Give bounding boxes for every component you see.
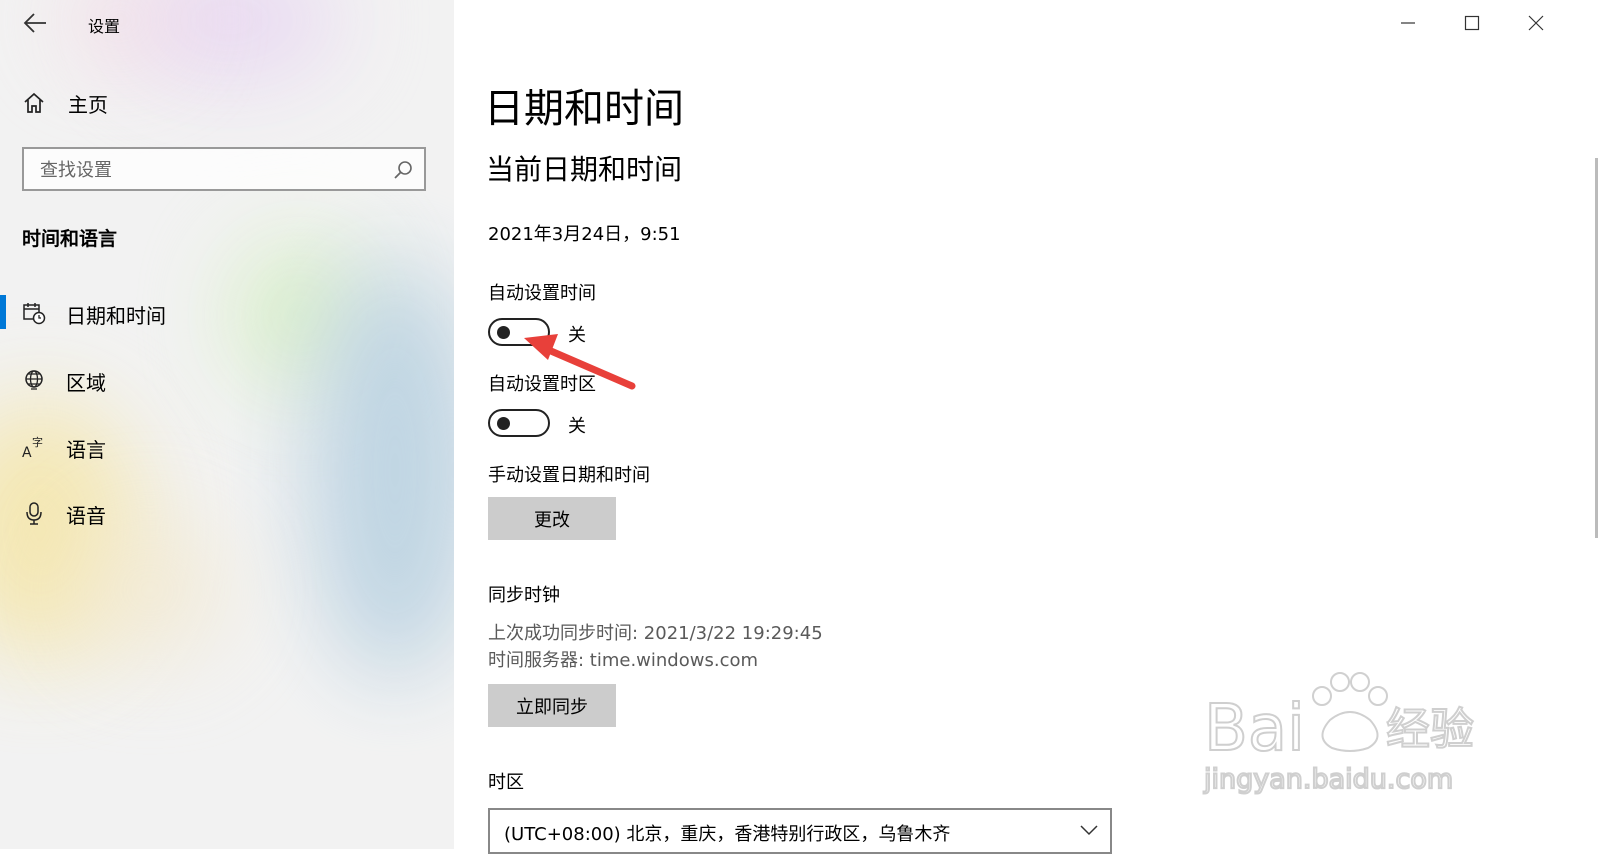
sidebar-item-label: 区域 bbox=[66, 371, 106, 395]
svg-text:A: A bbox=[22, 445, 32, 459]
chevron-down-icon bbox=[1080, 825, 1098, 836]
maximize-button[interactable] bbox=[1454, 8, 1490, 38]
sidebar-item-label: 语音 bbox=[66, 504, 106, 528]
change-button[interactable]: 更改 bbox=[488, 497, 616, 540]
sidebar-item-region[interactable]: 区域 bbox=[0, 357, 450, 403]
sidebar-item-label: 语言 bbox=[66, 438, 106, 462]
sidebar-item-language[interactable]: A 字 语言 bbox=[0, 424, 450, 470]
auto-timezone-state: 关 bbox=[568, 416, 586, 437]
sidebar-item-speech[interactable]: 语音 bbox=[0, 490, 450, 536]
sidebar: 设置 主页 时间和语言 日期和时间 bbox=[0, 0, 454, 849]
section-title: 时间和语言 bbox=[22, 228, 118, 250]
globe-icon bbox=[25, 370, 43, 390]
minimize-button[interactable] bbox=[1390, 8, 1426, 38]
current-datetime: 2021年3月24日，9:51 bbox=[488, 224, 681, 245]
page-title: 日期和时间 bbox=[484, 86, 684, 132]
back-arrow-icon bbox=[23, 13, 46, 33]
sync-clock-label: 同步时钟 bbox=[488, 585, 560, 606]
toggle-knob bbox=[497, 326, 510, 339]
search-box[interactable] bbox=[22, 147, 426, 191]
section-subtitle: 当前日期和时间 bbox=[486, 153, 683, 186]
timezone-value: (UTC+08:00) 北京，重庆，香港特别行政区，乌鲁木齐 bbox=[504, 824, 951, 845]
svg-text:字: 字 bbox=[32, 435, 43, 449]
back-button[interactable] bbox=[20, 10, 50, 36]
app-title: 设置 bbox=[88, 17, 121, 36]
microphone-icon bbox=[26, 502, 42, 525]
last-sync-text: 上次成功同步时间: 2021/3/22 19:29:45 bbox=[488, 623, 823, 644]
sidebar-item-date-time[interactable]: 日期和时间 bbox=[0, 290, 450, 336]
maximize-icon bbox=[1464, 15, 1480, 31]
close-button[interactable] bbox=[1518, 8, 1554, 38]
watermark-url: jingyan.baidu.com bbox=[1203, 764, 1453, 795]
home-label: 主页 bbox=[68, 92, 108, 117]
auto-time-label: 自动设置时间 bbox=[488, 283, 596, 304]
search-icon[interactable] bbox=[392, 159, 414, 181]
selection-indicator bbox=[0, 295, 6, 329]
watermark-brand: Bai bbox=[1204, 692, 1305, 766]
home-icon bbox=[24, 92, 44, 113]
home-nav-item[interactable]: 主页 bbox=[22, 88, 422, 118]
minimize-icon bbox=[1401, 22, 1415, 24]
annotation-arrow bbox=[524, 334, 636, 390]
sync-now-button[interactable]: 立即同步 bbox=[488, 684, 616, 727]
watermark-brand-cn: 经验 bbox=[1386, 704, 1474, 755]
manual-set-label: 手动设置日期和时间 bbox=[488, 465, 650, 486]
close-icon bbox=[1528, 15, 1544, 31]
search-input[interactable] bbox=[38, 155, 382, 185]
timezone-label: 时区 bbox=[488, 772, 524, 793]
time-server-text: 时间服务器: time.windows.com bbox=[488, 650, 759, 671]
timezone-dropdown[interactable]: (UTC+08:00) 北京，重庆，香港特别行政区，乌鲁木齐 bbox=[488, 808, 1112, 854]
scrollbar[interactable] bbox=[1595, 158, 1598, 538]
toggle-knob bbox=[497, 417, 510, 430]
auto-timezone-toggle[interactable] bbox=[488, 409, 550, 437]
calendar-clock-icon bbox=[23, 303, 46, 325]
baidu-watermark-logo: Bai 经验 jingyan.baidu.com bbox=[1202, 672, 1475, 796]
language-icon: A 字 bbox=[22, 435, 43, 459]
sidebar-item-label: 日期和时间 bbox=[66, 304, 166, 328]
